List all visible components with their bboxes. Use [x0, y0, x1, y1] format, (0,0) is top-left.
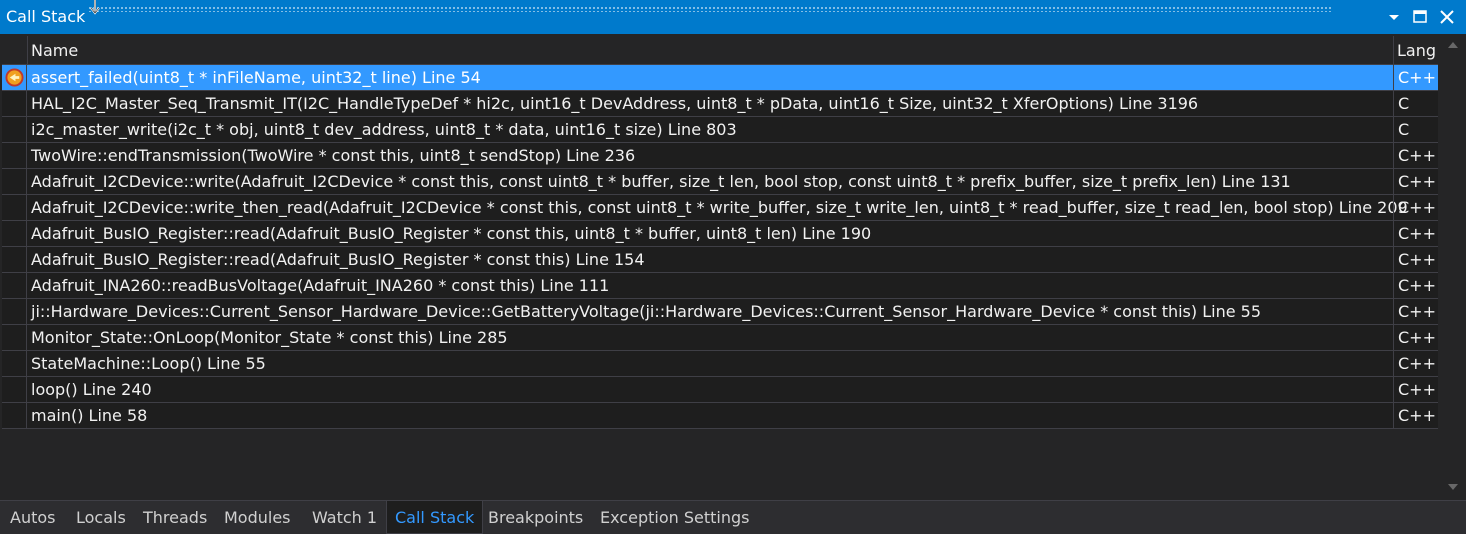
tab-call-stack[interactable]: Call Stack: [386, 501, 484, 534]
row-gutter: [2, 377, 27, 402]
frame-lang: C++: [1393, 325, 1438, 350]
frame-name: Adafruit_BusIO_Register::read(Adafruit_B…: [31, 224, 872, 243]
frame-lang: C++: [1393, 65, 1438, 90]
call-stack-grid: Name Lang assert_failed(uint8_t * inFile…: [2, 36, 1438, 429]
stack-frame-row[interactable]: StateMachine::Loop() Line 55 C++: [2, 351, 1438, 377]
column-header-row: Name Lang: [2, 36, 1438, 65]
frame-name: i2c_master_write(i2c_t * obj, uint8_t de…: [31, 120, 737, 139]
frame-lang: C++: [1393, 351, 1438, 376]
frame-lang: C++: [1393, 273, 1438, 298]
row-gutter: [2, 195, 27, 220]
frame-name: Adafruit_INA260::readBusVoltage(Adafruit…: [31, 276, 610, 295]
dropdown-icon[interactable]: [1383, 7, 1405, 27]
stack-frame-row[interactable]: i2c_master_write(i2c_t * obj, uint8_t de…: [2, 117, 1438, 143]
frame-name: HAL_I2C_Master_Seq_Transmit_IT(I2C_Handl…: [31, 94, 1199, 113]
frame-lang: C++: [1393, 221, 1438, 246]
frame-lang: C++: [1393, 377, 1438, 402]
stack-frame-row[interactable]: Monitor_State::OnLoop(Monitor_State * co…: [2, 325, 1438, 351]
stack-frame-row[interactable]: Adafruit_BusIO_Register::read(Adafruit_B…: [2, 247, 1438, 273]
row-gutter: [2, 169, 27, 194]
row-gutter: [2, 273, 27, 298]
tab-breakpoints[interactable]: Breakpoints: [486, 501, 585, 534]
frame-name: TwoWire::endTransmission(TwoWire * const…: [31, 146, 636, 165]
tab-locals[interactable]: Locals: [74, 501, 128, 534]
window-title: Call Stack: [6, 7, 86, 26]
column-header-name[interactable]: Name: [31, 41, 78, 60]
stack-frame-row[interactable]: Adafruit_I2CDevice::write_then_read(Adaf…: [2, 195, 1438, 221]
row-gutter: [2, 143, 27, 168]
row-gutter: [2, 299, 27, 324]
vertical-scrollbar[interactable]: [1440, 34, 1466, 500]
frame-lang: C++: [1393, 195, 1438, 220]
tool-window-tabs: Autos Locals Threads Modules Watch 1 Cal…: [0, 500, 1466, 534]
frame-name: loop() Line 240: [31, 380, 152, 399]
frame-lang: C++: [1393, 403, 1438, 428]
stack-frame-row[interactable]: Adafruit_BusIO_Register::read(Adafruit_B…: [2, 221, 1438, 247]
tab-modules[interactable]: Modules: [222, 501, 293, 534]
frame-name: main() Line 58: [31, 406, 148, 425]
frame-name: assert_failed(uint8_t * inFileName, uint…: [31, 68, 481, 87]
frame-lang: C: [1393, 91, 1438, 116]
column-divider[interactable]: [27, 36, 28, 64]
frame-lang: C++: [1393, 143, 1438, 168]
frame-lang: C: [1393, 117, 1438, 142]
stack-frame-row[interactable]: Adafruit_INA260::readBusVoltage(Adafruit…: [2, 273, 1438, 299]
row-gutter: [2, 403, 27, 428]
tab-threads[interactable]: Threads: [141, 501, 209, 534]
frame-name: Adafruit_I2CDevice::write_then_read(Adaf…: [31, 198, 1408, 217]
row-gutter: [2, 351, 27, 376]
title-bar[interactable]: Call Stack: [0, 0, 1466, 34]
row-gutter: [2, 247, 27, 272]
current-frame-icon: [5, 68, 24, 87]
frame-lang: C++: [1393, 247, 1438, 272]
frame-lang: C++: [1393, 299, 1438, 324]
stack-frame-row[interactable]: ji::Hardware_Devices::Current_Sensor_Har…: [2, 299, 1438, 325]
stack-frame-row[interactable]: loop() Line 240 C++: [2, 377, 1438, 403]
row-gutter: [2, 325, 27, 350]
frame-name: ji::Hardware_Devices::Current_Sensor_Har…: [31, 302, 1262, 321]
stack-frame-row[interactable]: HAL_I2C_Master_Seq_Transmit_IT(I2C_Handl…: [2, 91, 1438, 117]
stack-frame-row[interactable]: assert_failed(uint8_t * inFileName, uint…: [2, 65, 1438, 91]
scroll-up-icon[interactable]: [1445, 38, 1461, 52]
tab-autos[interactable]: Autos: [8, 501, 57, 534]
column-header-lang[interactable]: Lang: [1397, 41, 1436, 60]
row-gutter: [2, 117, 27, 142]
row-gutter: [2, 91, 27, 116]
frame-lang: C++: [1393, 169, 1438, 194]
column-divider[interactable]: [1393, 36, 1394, 64]
stack-frame-row[interactable]: main() Line 58 C++: [2, 403, 1438, 429]
tab-exception-settings[interactable]: Exception Settings: [598, 501, 751, 534]
scroll-down-icon[interactable]: [1445, 480, 1461, 494]
maximize-icon[interactable]: [1409, 7, 1431, 27]
drag-grip[interactable]: [88, 6, 1331, 12]
frame-name: Adafruit_I2CDevice::write(Adafruit_I2CDe…: [31, 172, 1291, 191]
mouse-cursor-icon: [90, 0, 100, 15]
row-gutter: [2, 65, 27, 90]
close-icon[interactable]: [1436, 7, 1458, 27]
frame-name: Adafruit_BusIO_Register::read(Adafruit_B…: [31, 250, 645, 269]
call-stack-panel: Name Lang assert_failed(uint8_t * inFile…: [0, 34, 1466, 500]
row-gutter: [2, 221, 27, 246]
stack-frame-row[interactable]: TwoWire::endTransmission(TwoWire * const…: [2, 143, 1438, 169]
frame-name: StateMachine::Loop() Line 55: [31, 354, 266, 373]
tab-watch-1[interactable]: Watch 1: [310, 501, 379, 534]
stack-frame-row[interactable]: Adafruit_I2CDevice::write(Adafruit_I2CDe…: [2, 169, 1438, 195]
frame-name: Monitor_State::OnLoop(Monitor_State * co…: [31, 328, 508, 347]
